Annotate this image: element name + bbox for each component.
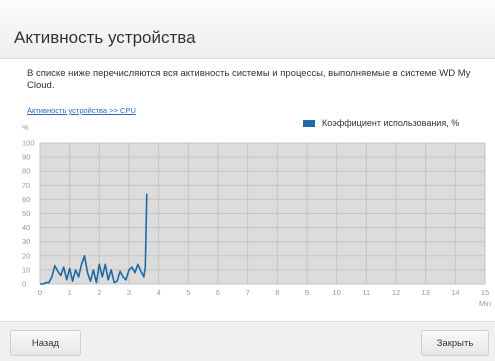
- x-tick-label: 4: [157, 288, 161, 297]
- legend-swatch: [303, 119, 315, 127]
- x-tick-label: 6: [216, 288, 220, 297]
- x-axis-unit-label: Min: [479, 299, 491, 308]
- cpu-usage-chart: 10090807060504030201000 1 2 3 4 5 6 7 8 9 10 11 12 13…: [22, 139, 491, 309]
- back-button[interactable]: Назад: [10, 330, 81, 356]
- description-text: В списке ниже перечисляются вся активнос…: [27, 68, 471, 91]
- x-tick-label: 1: [68, 288, 72, 297]
- y-tick-label: 20: [22, 251, 30, 260]
- x-tick-label: 10: [332, 288, 340, 297]
- y-tick-label: 90: [22, 153, 30, 162]
- chart-legend: Коэффициент использования, %: [303, 116, 459, 130]
- x-tick-label: 8: [275, 288, 279, 297]
- x-tick-label: 11: [362, 288, 370, 297]
- x-tick-label: 2: [97, 288, 101, 297]
- legend-label: Коэффициент использования, %: [322, 118, 460, 128]
- title-bar: Активность устройства: [0, 0, 495, 59]
- x-tick-label: 12: [392, 288, 400, 297]
- y-tick-label: 50: [22, 209, 30, 218]
- device-activity-dialog: Активность устройства В списке ниже пере…: [0, 0, 495, 361]
- x-tick-label: 0: [38, 288, 42, 297]
- x-tick-label: 9: [305, 288, 309, 297]
- x-tick-label: 14: [451, 288, 459, 297]
- close-button[interactable]: Закрыть: [421, 330, 489, 356]
- y-tick-label: 0: [22, 280, 26, 289]
- x-tick-label: 13: [421, 288, 429, 297]
- x-tick-label: 15: [481, 288, 489, 297]
- y-tick-label: 10: [22, 265, 30, 274]
- y-tick-label: 60: [22, 195, 30, 204]
- y-tick-label: 100: [22, 139, 35, 148]
- y-tick-label: 70: [22, 181, 30, 190]
- y-tick-label: 80: [22, 167, 30, 176]
- y-tick-label: 40: [22, 223, 30, 232]
- dialog-title: Активность устройства: [14, 28, 196, 47]
- y-axis-unit-label: %: [22, 123, 29, 132]
- x-tick-label: 5: [186, 288, 190, 297]
- x-tick-label: 7: [246, 288, 250, 297]
- x-tick-label: 3: [127, 288, 131, 297]
- breadcrumb-link[interactable]: Активность устройства >> CPU: [27, 106, 136, 115]
- y-tick-label: 30: [22, 237, 30, 246]
